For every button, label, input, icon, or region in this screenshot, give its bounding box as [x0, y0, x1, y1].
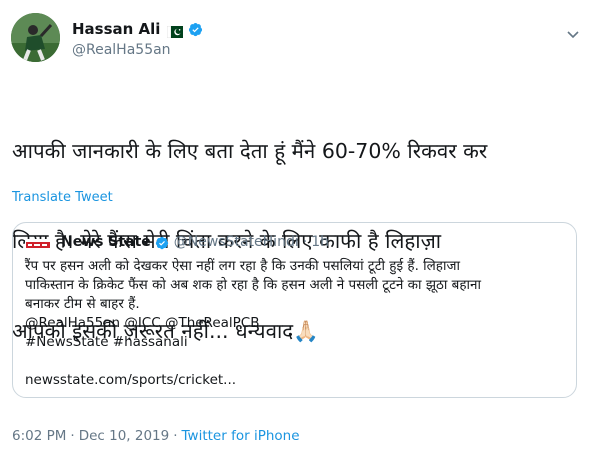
quoted-tweet-text: रैंप पर हसन अली को देखकर ऐसा नहीं लग रहा… — [25, 257, 565, 390]
quoted-text-line: बनाकर टीम से बाहर हैं. — [25, 296, 140, 312]
quoted-tweet[interactable]: News State @NewsStateHindi · 1h रैंप पर … — [12, 222, 577, 398]
separator-dot: · — [70, 428, 75, 444]
verified-badge-icon — [155, 235, 169, 250]
avatar[interactable] — [11, 13, 60, 62]
quoted-timestamp[interactable]: 1h — [311, 234, 329, 250]
quoted-text-line: रैंप पर हसन अली को देखकर ऐसा नहीं लग रहा… — [25, 258, 460, 274]
translate-tweet-link[interactable]: Translate Tweet — [12, 190, 113, 205]
tweet-metadata: 6:02 PM · Dec 10, 2019 · Twitter for iPh… — [12, 428, 300, 444]
quoted-author-name[interactable]: News State — [61, 234, 151, 250]
chevron-down-icon[interactable] — [566, 25, 580, 39]
author-row: Hassan Ali — [72, 20, 203, 39]
quoted-hashtags: #NewsState #hassanali — [25, 334, 188, 350]
separator-dot: · — [173, 428, 178, 444]
tweet-time[interactable]: 6:02 PM — [12, 428, 66, 444]
quoted-mentions: @RealHa55an @ICC @TheRealPCB — [25, 315, 260, 331]
quoted-link: newsstate.com/sports/cricket... — [25, 372, 237, 388]
author-handle[interactable]: @RealHa55an — [72, 42, 171, 58]
verified-badge-icon — [188, 22, 203, 37]
quoted-author-handle[interactable]: @NewsStateHindi — [174, 234, 299, 250]
author-name[interactable]: Hassan Ali — [72, 20, 160, 38]
news-state-logo-icon — [25, 236, 51, 251]
tweet-source-link[interactable]: Twitter for iPhone — [182, 428, 300, 444]
tweet-card: Hassan Ali @RealHa55an आपकी जानकारी के ल… — [0, 0, 598, 463]
quoted-text-line: पाकिस्तान के क्रिकेट फैंस को अब शक हो रह… — [25, 277, 482, 293]
separator-dot: · — [302, 234, 308, 250]
tweet-date[interactable]: Dec 10, 2019 — [79, 428, 170, 444]
pakistan-flag-icon — [167, 23, 184, 39]
quoted-tweet-header: News State @NewsStateHindi · 1h — [25, 234, 329, 251]
tweet-text-line: आपकी जानकारी के लिए बता देता हूं मैंने 6… — [12, 139, 488, 163]
